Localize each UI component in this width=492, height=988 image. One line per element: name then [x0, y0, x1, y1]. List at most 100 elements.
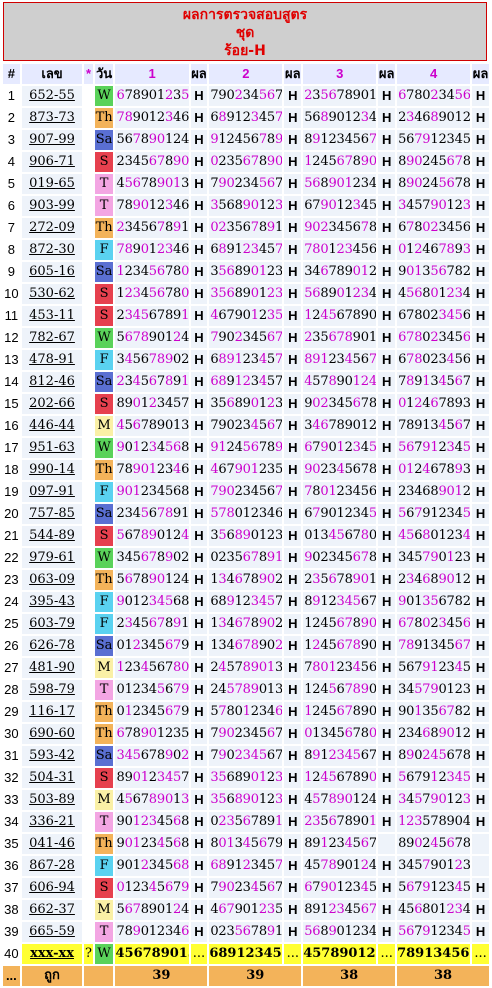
row-result-4: H: [472, 174, 489, 194]
row-number-link[interactable]: 903-99: [21, 196, 83, 216]
row-index: 22: [3, 548, 20, 568]
row-value-4: 1235789046: [397, 812, 471, 832]
row-number-link[interactable]: 478-91: [21, 350, 83, 370]
row-number-link[interactable]: 272-09: [21, 218, 83, 238]
row-result-2: H: [284, 240, 302, 260]
row-number-link[interactable]: 503-89: [21, 790, 83, 810]
row-number-link[interactable]: 481-90: [21, 658, 83, 678]
row-value-1: 3456789023: [115, 350, 189, 370]
row-index: 30: [3, 724, 20, 744]
row-number-link[interactable]: 690-60: [21, 724, 83, 744]
row-day-badge: F: [94, 614, 114, 634]
row-number-link[interactable]: 873-73: [21, 108, 83, 128]
row-number-link[interactable]: 990-14: [21, 460, 83, 480]
row-number-link[interactable]: 605-16: [21, 262, 83, 282]
row-number-link[interactable]: 782-67: [21, 328, 83, 348]
table-row: 30690-60Th6789012356H7902345678H01345678…: [3, 724, 489, 744]
row-result-3: H: [378, 856, 396, 876]
header-result-2: ผล: [284, 64, 302, 84]
row-number-link[interactable]: 395-43: [21, 592, 83, 612]
row-value-4: 5679123456: [397, 922, 471, 942]
row-number-link[interactable]: 626-78: [21, 636, 83, 656]
row-value-2: 7902345678: [209, 724, 283, 744]
row-day-badge: M: [94, 900, 114, 920]
row-result-1: H: [190, 240, 208, 260]
row-number-link[interactable]: 019-65: [21, 174, 83, 194]
row-result-3: H: [378, 262, 396, 282]
prediction-value-3: 4578901246: [303, 944, 377, 964]
row-value-4: 0124678934: [397, 460, 471, 480]
row-number-link[interactable]: 867-28: [21, 856, 83, 876]
row-number-link[interactable]: 116-17: [21, 702, 83, 722]
row-result-3: H: [378, 790, 396, 810]
row-value-3: 8912345679: [303, 834, 377, 854]
row-star: [84, 108, 93, 128]
table-row: 13478-91F3456789023H6891234578H891234567…: [3, 350, 489, 370]
row-number-link[interactable]: 063-09: [21, 570, 83, 590]
table-row: 11453-11S2345678912H4679012356H124567890…: [3, 306, 489, 326]
row-result-4: H: [472, 636, 489, 656]
row-number-link[interactable]: 202-66: [21, 394, 83, 414]
row-star: [84, 812, 93, 832]
row-day-badge: F: [94, 350, 114, 370]
row-number-link[interactable]: 907-99: [21, 130, 83, 150]
row-value-3: 1245678901: [303, 614, 377, 634]
row-result-2: H: [284, 834, 302, 854]
row-index: 29: [3, 702, 20, 722]
row-value-3: 2356789012: [303, 812, 377, 832]
row-number-link[interactable]: 544-89: [21, 526, 83, 546]
row-number-link[interactable]: 872-30: [21, 240, 83, 260]
row-number-link[interactable]: 662-37: [21, 900, 83, 920]
row-number-link[interactable]: 652-55: [21, 86, 83, 106]
row-number-link[interactable]: 593-42: [21, 746, 83, 766]
row-number-link[interactable]: 906-71: [21, 152, 83, 172]
row-number-link[interactable]: 951-63: [21, 438, 83, 458]
row-value-4: 3457901234: [397, 856, 471, 876]
row-value-2: 7902345678: [209, 878, 283, 898]
row-result-3: H: [378, 592, 396, 612]
prediction-number[interactable]: xxx-xx: [21, 944, 83, 964]
row-number-link[interactable]: 336-21: [21, 812, 83, 832]
row-result-2: H: [284, 702, 302, 722]
row-number-link[interactable]: 453-11: [21, 306, 83, 326]
table-row: 4906-71S2345678901H0235678901H1245678901…: [3, 152, 489, 172]
row-result-2: H: [284, 526, 302, 546]
row-result-1: H: [190, 658, 208, 678]
row-number-link[interactable]: 530-62: [21, 284, 83, 304]
prediction-star: ?: [84, 944, 93, 964]
row-value-2: 7902345678: [209, 416, 283, 436]
row-number-link[interactable]: 812-46: [21, 372, 83, 392]
row-number-link[interactable]: 757-85: [21, 504, 83, 524]
row-number-link[interactable]: 598-79: [21, 680, 83, 700]
row-star: [84, 218, 93, 238]
row-day-badge: W: [94, 86, 114, 106]
row-result-1: H: [190, 350, 208, 370]
row-value-1: 7890123467: [115, 460, 189, 480]
row-value-1: 1234567801: [115, 658, 189, 678]
row-number-link[interactable]: 979-61: [21, 548, 83, 568]
prediction-value-2: 6891234578: [209, 944, 283, 964]
header-idx: #: [3, 64, 20, 84]
row-result-1: H: [190, 262, 208, 282]
row-value-2: 0235678912: [209, 548, 283, 568]
row-day-badge: Th: [94, 724, 114, 744]
row-value-3: 4578901246: [303, 790, 377, 810]
row-star: [84, 482, 93, 502]
row-number-link[interactable]: 504-31: [21, 768, 83, 788]
row-number-link[interactable]: 097-91: [21, 482, 83, 502]
row-value-1: 0123456790: [115, 878, 189, 898]
row-result-2: H: [284, 680, 302, 700]
row-number-link[interactable]: 603-79: [21, 614, 83, 634]
row-result-3: H: [378, 768, 396, 788]
row-day-badge: S: [94, 878, 114, 898]
row-value-3: 8912345679: [303, 350, 377, 370]
row-day-badge: Th: [94, 702, 114, 722]
row-number-link[interactable]: 446-44: [21, 416, 83, 436]
row-number-link[interactable]: 041-46: [21, 834, 83, 854]
row-result-1: H: [190, 702, 208, 722]
prediction-index: 40: [3, 944, 20, 964]
row-number-link[interactable]: 606-94: [21, 878, 83, 898]
row-number-link[interactable]: 665-59: [21, 922, 83, 942]
row-result-1: H: [190, 680, 208, 700]
row-day-badge: S: [94, 768, 114, 788]
